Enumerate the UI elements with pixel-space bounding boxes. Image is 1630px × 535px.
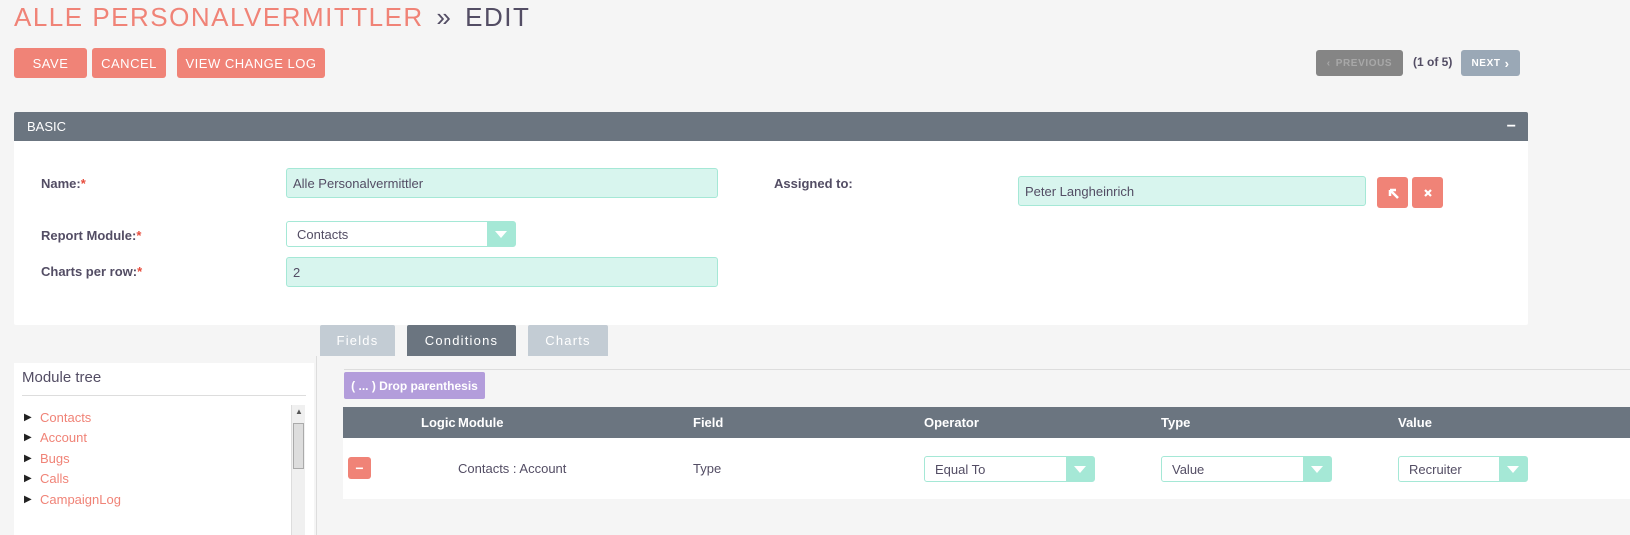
panel-title: BASIC (27, 119, 67, 134)
type-value: Value (1172, 461, 1205, 477)
previous-button[interactable]: ‹ PREVIOUS (1316, 50, 1403, 76)
report-module-value: Contacts (297, 226, 349, 242)
scrollbar-thumb[interactable] (293, 423, 304, 469)
close-icon (1423, 188, 1432, 197)
chevron-down-icon[interactable] (1303, 457, 1331, 481)
type-select[interactable]: Value (1161, 456, 1332, 482)
basic-panel-body (14, 141, 1528, 325)
divider (22, 395, 306, 396)
previous-label: PREVIOUS (1335, 57, 1393, 69)
action-title: EDIT (465, 2, 531, 32)
required-marker: * (136, 228, 142, 243)
next-label: NEXT (1471, 57, 1501, 69)
pager-count: (1 of 5) (1413, 55, 1453, 69)
operator-select[interactable]: Equal To (924, 456, 1095, 482)
chevron-left-icon: ‹ (1326, 57, 1331, 69)
tree-item-label[interactable]: Bugs (40, 451, 70, 466)
col-field: Field (693, 415, 724, 430)
select-user-button[interactable] (1377, 177, 1408, 208)
page-title: ALLE PERSONALVERMITTLER » EDIT (14, 2, 530, 33)
report-module-select[interactable]: Contacts (286, 221, 516, 247)
name-label-text: Name: (41, 176, 81, 191)
assigned-to-field[interactable]: Peter Langheinrich (1018, 176, 1366, 206)
tab-conditions[interactable]: Conditions (407, 325, 516, 356)
module-tree-panel: Module tree ▶ Contacts ▶ Account ▶ Bugs ▶ Ca… (14, 363, 314, 535)
charts-per-row-field[interactable]: 2 (286, 257, 718, 287)
tree-item[interactable]: ▶ CampaignLog (24, 489, 121, 510)
tree-item-label[interactable]: CampaignLog (40, 492, 121, 507)
basic-panel-header[interactable]: BASIC − (14, 112, 1528, 141)
expand-triangle-icon[interactable]: ▶ (24, 412, 40, 423)
name-field[interactable]: Alle Personalvermittler (286, 168, 718, 198)
tab-fields[interactable]: Fields (320, 325, 395, 356)
required-marker: * (137, 264, 143, 279)
col-module: Module (458, 415, 504, 430)
tree-item[interactable]: ▶ Account (24, 428, 121, 449)
value-select[interactable]: Recruiter (1398, 456, 1528, 482)
clear-user-button[interactable] (1412, 177, 1443, 208)
col-logic: Logic (421, 415, 456, 430)
drop-parenthesis-button[interactable]: ( ... ) Drop parenthesis (344, 372, 485, 399)
conditions-table-header: Logic Module Field Operator Type Value (343, 407, 1630, 438)
table-row: − Contacts : Account Type Equal To Value… (343, 438, 1630, 499)
tree-item-label[interactable]: Account (40, 430, 87, 445)
assigned-label: Assigned to: (774, 176, 853, 191)
expand-triangle-icon[interactable]: ▶ (24, 494, 40, 505)
charts-per-row-label-text: Charts per row: (41, 264, 138, 279)
tree-item-label[interactable]: Contacts (40, 410, 91, 425)
tree-item[interactable]: ▶ Contacts (24, 407, 121, 428)
chevron-down-icon[interactable] (1066, 457, 1094, 481)
chevron-down-icon[interactable] (487, 222, 515, 246)
divider (344, 369, 1630, 370)
condition-field: Type (693, 461, 722, 476)
charts-per-row-label: Charts per row:* (41, 264, 142, 279)
report-module-label: Report Module:* (41, 228, 141, 243)
tree-item-label[interactable]: Calls (40, 471, 69, 486)
save-button[interactable]: SAVE (14, 48, 87, 78)
cursor-arrow-icon (1388, 188, 1399, 199)
tab-charts[interactable]: Charts (528, 325, 608, 356)
next-button[interactable]: NEXT › (1461, 50, 1520, 76)
view-change-log-button[interactable]: VIEW CHANGE LOG (177, 48, 325, 78)
title-separator: » (436, 2, 453, 32)
scroll-up-icon[interactable]: ▲ (295, 407, 303, 416)
report-module-label-text: Report Module: (41, 228, 137, 243)
expand-triangle-icon[interactable]: ▶ (24, 432, 40, 443)
cancel-button[interactable]: CANCEL (92, 48, 166, 78)
operator-value: Equal To (935, 461, 986, 477)
chevron-down-icon[interactable] (1499, 457, 1527, 481)
module-tree-list: ▶ Contacts ▶ Account ▶ Bugs ▶ Calls ▶ Campaig… (24, 407, 121, 510)
delete-condition-button[interactable]: − (348, 457, 371, 479)
condition-module: Contacts : Account (458, 461, 567, 476)
module-title: ALLE PERSONALVERMITTLER (14, 2, 424, 32)
col-value: Value (1398, 415, 1432, 430)
collapse-icon[interactable]: − (1507, 118, 1516, 136)
expand-triangle-icon[interactable]: ▶ (24, 453, 40, 464)
expand-triangle-icon[interactable]: ▶ (24, 473, 40, 484)
col-type: Type (1161, 415, 1191, 430)
required-marker: * (80, 176, 86, 191)
chevron-right-icon: › (1504, 55, 1510, 71)
name-label: Name:* (41, 176, 86, 191)
scrollbar[interactable]: ▲ (291, 405, 305, 535)
col-operator: Operator (924, 415, 979, 430)
module-tree-title: Module tree (22, 369, 102, 386)
tree-item[interactable]: ▶ Calls (24, 469, 121, 490)
value-value: Recruiter (1409, 461, 1462, 477)
tree-item[interactable]: ▶ Bugs (24, 448, 121, 469)
